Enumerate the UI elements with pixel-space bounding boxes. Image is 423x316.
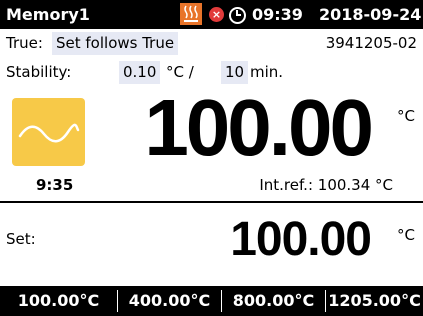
divider (0, 201, 423, 203)
stability-row: Stability: 0.10 °C / 10 min. (0, 58, 423, 84)
true-label: True: (6, 34, 43, 52)
stability-time-field[interactable]: 10 (221, 61, 249, 84)
preset-button-2[interactable]: 400.00°C (118, 286, 221, 316)
preset-button-1[interactable]: 100.00°C (0, 286, 117, 316)
setpoint-unit: °C (397, 226, 415, 244)
preset-button-3[interactable]: 800.00°C (222, 286, 325, 316)
stability-temp-unit: °C / (166, 63, 194, 81)
preset-bar: 100.00°C 400.00°C 800.00°C 1205.00°C (0, 286, 423, 316)
status-bar: Memory1 × 09:39 2018-09-24 (0, 0, 423, 29)
clock-time: 09:39 (252, 5, 303, 24)
alert-icon[interactable]: × (209, 7, 224, 22)
setpoint-value[interactable]: 100.00 (230, 215, 372, 265)
set-label: Set: (6, 230, 36, 248)
internal-reference: Int.ref.: 100.34 °C (259, 176, 393, 194)
calibrator-screen: Memory1 × 09:39 2018-09-24 True: Set fol… (0, 0, 423, 316)
stability-label: Stability: (6, 63, 72, 81)
memory-title[interactable]: Memory1 (6, 5, 90, 24)
stability-timer: 9:35 (36, 176, 74, 194)
clock-date: 2018-09-24 (319, 5, 422, 24)
true-value-field[interactable]: Set follows True (52, 32, 179, 55)
stability-time-unit: min. (250, 63, 284, 81)
clock-icon (229, 7, 246, 24)
measured-temperature-unit: °C (397, 107, 415, 125)
true-row: True: Set follows True 3941205-02 (0, 30, 423, 56)
measured-temperature: 100.00 (144, 83, 374, 172)
wave-icon (12, 98, 85, 166)
stability-temp-field[interactable]: 0.10 (119, 61, 161, 84)
preset-button-4[interactable]: 1205.00°C (326, 286, 423, 316)
heater-icon (180, 3, 202, 25)
serial-number: 3941205-02 (325, 34, 417, 52)
